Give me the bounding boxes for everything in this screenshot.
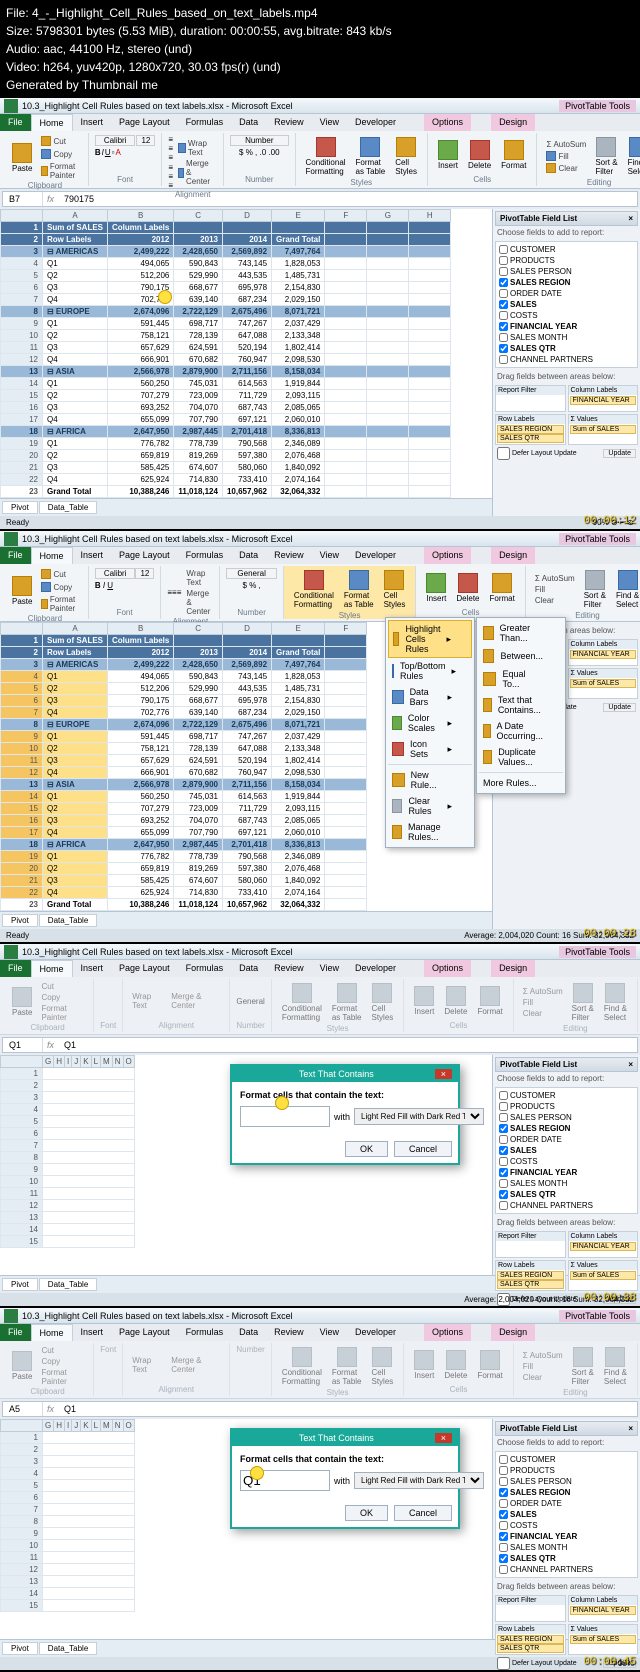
format-painter-button[interactable]: Format Painter — [38, 161, 81, 181]
pivot-grid[interactable]: ABCDEFGH 1Sum of SALESColumn Labels 2Row… — [0, 209, 451, 498]
sheet-pivot[interactable]: Pivot — [2, 501, 38, 514]
excel-icon — [4, 99, 18, 113]
font-name[interactable]: Calibri — [95, 135, 136, 146]
formula-bar[interactable]: 790175 — [58, 192, 637, 206]
cursor — [158, 290, 172, 304]
field-fy[interactable] — [499, 322, 508, 331]
video-metadata: File: 4_-_Highlight_Cell_Rules_based_on_… — [0, 0, 640, 98]
menu-duplicate-values[interactable]: Duplicate Values... — [479, 744, 563, 770]
window-title: 10.3_Highlight Cell Rules based on text … — [22, 101, 293, 111]
cancel-button[interactable]: Cancel — [394, 1505, 452, 1521]
cut-button[interactable]: Cut — [38, 135, 81, 147]
cf-submenu: Greater Than... Between... Equal To... T… — [476, 617, 566, 794]
ribbon: Paste Cut Copy Format Painter Clipboard … — [0, 131, 640, 189]
defer-layout[interactable] — [497, 447, 510, 460]
font-size[interactable]: 12 — [136, 135, 155, 146]
menu-date-occurring[interactable]: A Date Occurring... — [479, 718, 563, 744]
context-tab-label: PivotTable Tools — [559, 100, 636, 112]
field-customer[interactable] — [499, 245, 508, 254]
dialog-close[interactable]: × — [435, 1433, 452, 1443]
tab-file[interactable]: File — [0, 114, 31, 131]
format-cells[interactable]: Format — [497, 138, 530, 172]
field-list: PivotTable Field List× Choose fields to … — [492, 209, 640, 516]
field-salesregion[interactable] — [499, 278, 508, 287]
titlebar: 10.3_Highlight Cell Rules based on text … — [0, 98, 640, 114]
delete-cells[interactable]: Delete — [464, 138, 495, 172]
format-as-table[interactable]: Format as Table — [352, 135, 390, 178]
cf-menu: Highlight Cells Rules▸ Top/Bottom Rules▸… — [385, 617, 475, 848]
menu-new-rule[interactable]: New Rule... — [388, 767, 472, 793]
menu-highlight-cells[interactable]: Highlight Cells Rules▸ — [388, 620, 472, 658]
name-box: B7 fx 790175 — [2, 191, 638, 207]
tab-view[interactable]: View — [312, 114, 347, 131]
menu-greater-than[interactable]: Greater Than... — [479, 620, 563, 646]
paste-button[interactable]: Paste — [8, 141, 36, 175]
menu-top-bottom[interactable]: Top/Bottom Rules▸ — [388, 658, 472, 684]
timestamp: 00:00:28 — [583, 928, 636, 940]
sort-filter[interactable]: Sort & Filter — [591, 135, 621, 178]
cursor — [275, 1096, 289, 1110]
format-select[interactable]: Light Red Fill with Dark Red Text — [354, 1472, 484, 1489]
field-sm[interactable] — [499, 333, 508, 342]
pivot-grid-2[interactable]: ABCDEF 1Sum of SALESColumn Labels 2Row L… — [0, 622, 367, 911]
menu-manage-rules[interactable]: Manage Rules... — [388, 819, 472, 845]
find-select[interactable]: Find & Select — [624, 135, 640, 178]
timestamp: 00:00:38 — [583, 1292, 636, 1304]
tab-layout[interactable]: Page Layout — [111, 114, 178, 131]
conditional-formatting[interactable]: Conditional Formatting — [302, 135, 350, 178]
cursor — [250, 1466, 264, 1480]
field-salesperson[interactable] — [499, 267, 508, 276]
field-cp[interactable] — [499, 355, 508, 364]
field-orderdate[interactable] — [499, 289, 508, 298]
tab-formulas[interactable]: Formulas — [178, 114, 232, 131]
merge-center[interactable]: Merge & Center — [175, 158, 217, 187]
text-contains-dialog: Text That Contains× Format cells that co… — [230, 1064, 460, 1165]
field-costs[interactable] — [499, 311, 508, 320]
sheet-data[interactable]: Data_Table — [39, 501, 97, 514]
menu-clear-rules[interactable]: Clear Rules▸ — [388, 793, 472, 819]
ok-button[interactable]: OK — [345, 1505, 388, 1521]
tab-insert[interactable]: Insert — [73, 114, 112, 131]
frame-3: 10.3_Highlight Cell Rules based on text … — [0, 944, 640, 1308]
cell-reference[interactable]: B7 — [3, 192, 43, 206]
menu-more-rules[interactable]: More Rules... — [479, 775, 563, 791]
ok-button[interactable]: OK — [345, 1141, 388, 1157]
tab-data[interactable]: Data — [231, 114, 266, 131]
update-button[interactable]: Update — [603, 449, 636, 458]
frame-1: 10.3_Highlight Cell Rules based on text … — [0, 98, 640, 531]
conditional-formatting-open[interactable]: Conditional Formatting — [290, 568, 338, 611]
fx-icon[interactable]: fx — [43, 192, 58, 206]
field-products[interactable] — [499, 256, 508, 265]
frame-2: 10.3_Highlight Cell Rules based on text … — [0, 531, 640, 944]
wrap-text[interactable]: Wrap Text — [175, 138, 217, 158]
menu-equal-to[interactable]: Equal To... — [479, 666, 563, 692]
text-contains-dialog-filled: Text That Contains× Format cells that co… — [230, 1428, 460, 1529]
number-format[interactable]: Number — [230, 135, 288, 146]
field-sq[interactable] — [499, 344, 508, 353]
timestamp: 00:00:45 — [583, 1656, 636, 1668]
menu-text-contains[interactable]: Text that Contains... — [479, 692, 563, 718]
tab-home[interactable]: Home — [31, 114, 73, 131]
close-icon[interactable]: × — [628, 214, 633, 223]
frame-4: 10.3_Highlight Cell Rules based on text … — [0, 1308, 640, 1672]
field-sales[interactable] — [499, 300, 508, 309]
dialog-close[interactable]: × — [435, 1069, 452, 1079]
timestamp: 00:00:12 — [583, 515, 636, 527]
menu-between[interactable]: Between... — [479, 646, 563, 666]
cell-styles[interactable]: Cell Styles — [391, 135, 421, 178]
menu-data-bars[interactable]: Data Bars▸ — [388, 684, 472, 710]
tab-review[interactable]: Review — [266, 114, 312, 131]
copy-button[interactable]: Copy — [38, 148, 81, 160]
tab-developer[interactable]: Developer — [347, 114, 404, 131]
tab-design[interactable]: Design — [491, 114, 535, 131]
menu-color-scales[interactable]: Color Scales▸ — [388, 710, 472, 736]
format-select[interactable]: Light Red Fill with Dark Red Text — [354, 1108, 484, 1125]
insert-cells[interactable]: Insert — [434, 138, 462, 172]
ribbon-tabs: File Home Insert Page Layout Formulas Da… — [0, 114, 640, 131]
cancel-button[interactable]: Cancel — [394, 1141, 452, 1157]
menu-icon-sets[interactable]: Icon Sets▸ — [388, 736, 472, 762]
tab-options[interactable]: Options — [424, 114, 471, 131]
